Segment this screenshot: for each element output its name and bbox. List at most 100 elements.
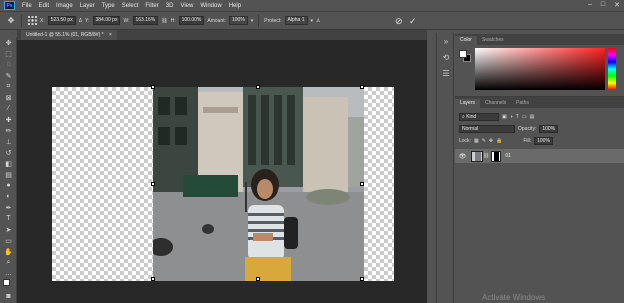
layer-filter-select[interactable]: ⌕ Kind	[459, 113, 499, 121]
layer-row[interactable]: 👁 ⛓ 01	[455, 149, 624, 163]
x-field[interactable]: 523.50 px	[47, 16, 76, 25]
gradient-tool-icon[interactable]: ▤	[0, 169, 17, 180]
menu-type[interactable]: Type	[102, 3, 115, 9]
separator	[258, 14, 260, 27]
commit-transform-icon[interactable]: ✓	[409, 16, 417, 27]
rectangle-tool-icon[interactable]: ▭	[0, 235, 17, 246]
menu-3d[interactable]: 3D	[166, 3, 174, 9]
history-brush-tool-icon[interactable]: ↺	[0, 147, 17, 158]
lasso-tool-icon[interactable]: ◌	[0, 59, 17, 70]
tab-paths[interactable]: Paths	[511, 99, 534, 108]
tab-color[interactable]: Color	[455, 36, 477, 45]
move-tool-icon[interactable]: ✥	[0, 37, 17, 48]
chevron-down-icon[interactable]: ▾	[251, 18, 254, 24]
quick-mask-icon[interactable]: ◙	[0, 291, 17, 302]
filter-pixel-icon[interactable]: ▣	[502, 114, 507, 120]
filter-type-icon[interactable]: T	[516, 114, 519, 120]
menu-view[interactable]: View	[180, 3, 193, 9]
path-selection-tool-icon[interactable]: ➤	[0, 224, 17, 235]
crop-tool-icon[interactable]: ⌗	[0, 81, 17, 92]
menu-edit[interactable]: Edit	[39, 3, 49, 9]
filter-adjustment-icon[interactable]: ◑	[510, 114, 513, 120]
y-field[interactable]: 384.00 px	[92, 16, 121, 25]
canvas-area[interactable]	[17, 40, 427, 303]
protect-skin-tones-icon[interactable]: ♙	[316, 18, 320, 24]
layer-mask-thumbnail[interactable]	[491, 150, 502, 162]
chain-link-icon[interactable]: ⛓	[483, 153, 489, 159]
menu-file[interactable]: File	[22, 3, 32, 9]
collapse-panels-icon[interactable]: »	[437, 33, 455, 49]
healing-brush-tool-icon[interactable]: ✚	[0, 114, 17, 125]
layer-thumbnail	[471, 150, 483, 162]
hue-slider[interactable]	[608, 48, 616, 90]
quick-select-tool-icon[interactable]: ✎	[0, 70, 17, 81]
menu-select[interactable]: Select	[122, 3, 139, 9]
transform-handle[interactable]	[360, 182, 364, 186]
marquee-tool-icon[interactable]: ⬚	[0, 48, 17, 59]
tab-channels[interactable]: Channels	[480, 99, 511, 108]
photoshop-window: Ps File Edit Image Layer Type Select Fil…	[0, 0, 624, 303]
cancel-transform-icon[interactable]: ⊘	[395, 16, 403, 27]
document-tab[interactable]: Untitled-1 @ 55.1% (01, RGB/8#) * ×	[21, 30, 117, 40]
transform-handle[interactable]	[256, 85, 260, 89]
properties-panel-icon[interactable]: ☰	[437, 65, 455, 81]
height-field[interactable]: 100.00%	[178, 16, 205, 25]
foreground-color-chip[interactable]	[459, 50, 467, 58]
transform-handle[interactable]	[151, 182, 155, 186]
more-tools-icon[interactable]: …	[0, 268, 17, 279]
pen-tool-icon[interactable]: ✒	[0, 202, 17, 213]
menu-help[interactable]: Help	[229, 3, 241, 9]
hand-tool-icon[interactable]: ✋	[0, 246, 17, 257]
close-tab-icon[interactable]: ×	[109, 32, 112, 38]
dodge-tool-icon[interactable]: ◐	[0, 191, 17, 202]
transform-handle[interactable]	[151, 85, 155, 89]
clone-stamp-tool-icon[interactable]: ⊥	[0, 136, 17, 147]
eraser-tool-icon[interactable]: ◧	[0, 158, 17, 169]
transform-handle[interactable]	[151, 277, 155, 281]
protect-select[interactable]: Alpha 1	[284, 16, 308, 25]
lock-position-icon[interactable]: ✥	[489, 138, 493, 144]
menu-image[interactable]: Image	[56, 3, 73, 9]
filter-smart-object-icon[interactable]: ▤	[530, 114, 535, 120]
history-panel-icon[interactable]: ⟲	[437, 49, 455, 65]
document-canvas[interactable]	[52, 85, 394, 281]
lock-all-icon[interactable]: 🔒	[496, 138, 502, 144]
menu-window[interactable]: Window	[200, 3, 221, 9]
blend-row: Normal Opacity: 100%	[455, 123, 624, 135]
foreground-color-swatch[interactable]	[3, 279, 10, 286]
blend-mode-select[interactable]: Normal	[459, 125, 515, 133]
chevron-down-icon[interactable]: ▾	[311, 18, 314, 24]
color-picker-field[interactable]	[475, 48, 605, 90]
reference-point-icon[interactable]	[27, 16, 37, 26]
frame-tool-icon[interactable]: ⊠	[0, 92, 17, 103]
link-icon[interactable]: ⛓	[161, 18, 167, 24]
close-window-button[interactable]: ✕	[614, 1, 620, 9]
maximize-button[interactable]: □	[601, 1, 605, 9]
photo-layer[interactable]	[153, 87, 364, 281]
tab-layers[interactable]: Layers	[455, 99, 481, 108]
menu-layer[interactable]: Layer	[80, 3, 95, 9]
filter-shape-icon[interactable]: ▭	[522, 114, 527, 120]
h-label: H:	[170, 17, 176, 24]
minimize-button[interactable]: –	[588, 1, 592, 9]
transform-handle[interactable]	[360, 277, 364, 281]
lock-pixels-icon[interactable]: ▦	[474, 138, 479, 144]
opacity-field[interactable]: 100%	[539, 125, 559, 133]
zoom-tool-icon[interactable]: ⌕	[0, 257, 17, 268]
transform-handle[interactable]	[256, 277, 260, 281]
width-field[interactable]: 163.16%	[132, 16, 159, 25]
layer-name[interactable]: 01	[505, 153, 511, 159]
tab-swatches[interactable]: Swatches	[477, 36, 509, 45]
fill-field[interactable]: 100%	[534, 137, 553, 145]
transform-handle[interactable]	[360, 85, 364, 89]
eyedropper-tool-icon[interactable]: ⁄	[0, 103, 17, 114]
eye-icon[interactable]: 👁	[458, 153, 467, 160]
amount-select[interactable]: 100%	[228, 16, 248, 25]
brush-tool-icon[interactable]: ✏	[0, 125, 17, 136]
move-tool-icon[interactable]: ✥	[6, 16, 16, 26]
collapsed-panels-strip: » ⟲ ☰	[436, 33, 454, 303]
type-tool-icon[interactable]: T	[0, 213, 17, 224]
blur-tool-icon[interactable]: ●	[0, 180, 17, 191]
menu-filter[interactable]: Filter	[145, 3, 158, 9]
lock-paint-icon[interactable]: ✎	[482, 138, 486, 144]
